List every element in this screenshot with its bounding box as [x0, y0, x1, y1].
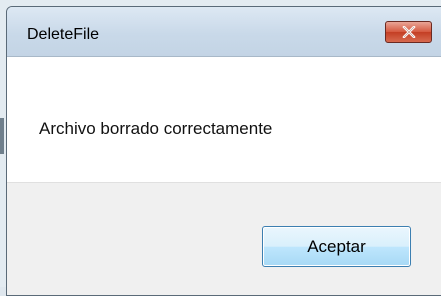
- window-title: DeleteFile: [27, 26, 100, 43]
- title-bar[interactable]: DeleteFile: [7, 7, 441, 57]
- ok-button[interactable]: Aceptar: [262, 226, 411, 267]
- dialog-content: Archivo borrado correctamente: [7, 57, 441, 182]
- close-button[interactable]: [385, 21, 432, 43]
- close-icon: [402, 26, 416, 38]
- dialog-footer: Aceptar: [7, 182, 441, 295]
- background-window-edge: [0, 118, 4, 154]
- message-dialog: DeleteFile Archivo borrado correctamente…: [6, 6, 441, 296]
- dialog-message: Archivo borrado correctamente: [39, 119, 273, 138]
